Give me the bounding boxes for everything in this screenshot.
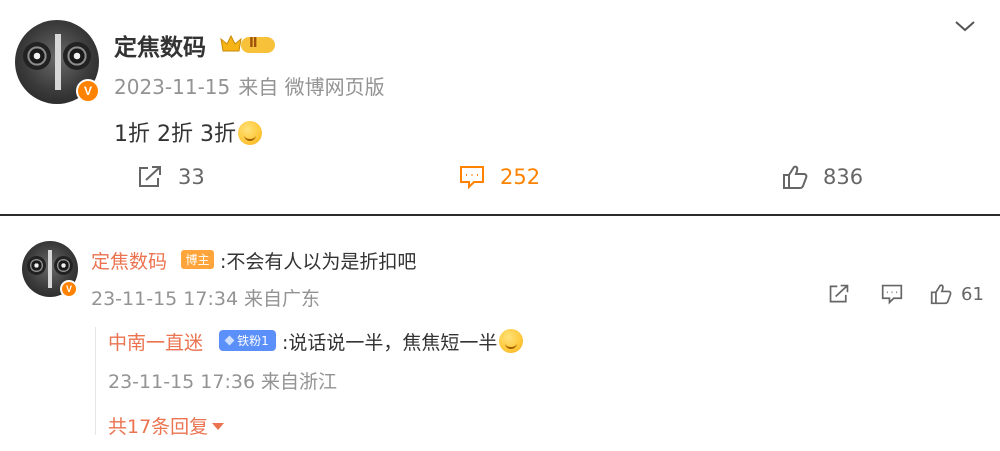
avatar-camera-strap [48,250,52,288]
fan-badge-label: 铁粉1 [237,334,269,348]
post-date[interactable]: 2023-11-15 [114,75,230,99]
verified-badge: V [76,79,100,103]
reply-content: :说话说一半，焦焦短一半 [282,328,524,355]
thumbs-up-icon [783,165,808,189]
more-replies-link[interactable]: 共17条回复 [108,412,225,439]
avatar-camera-lens-right [63,42,91,70]
vip-crown-badge[interactable]: Ⅱ [219,31,277,57]
divider [0,214,1000,216]
post-meta: 2023-11-15 来自 微博网页版 [114,71,385,100]
more-replies-label: 共17条回复 [108,416,209,438]
comment-author-name[interactable]: 定焦数码 [91,247,167,274]
thumbs-up-icon [930,284,952,305]
forward-button[interactable]: 33 [136,164,205,190]
avatar-camera-lens-right [54,256,73,275]
reply-meta: 23-11-15 17:36 来自浙江 [108,367,337,394]
reply-location: 来自浙江 [261,371,338,393]
post-content: 1折 2折 3折 [114,116,262,148]
like-count: 836 [823,165,864,189]
reply-content-text: :说话说一半，焦焦短一半 [282,332,498,354]
author-badge: 博主 [181,250,214,269]
post-content-text: 1折 2折 3折 [114,122,236,147]
comment-like-button[interactable]: 61 [929,283,984,305]
reply-time: 23-11-15 17:36 [108,371,256,393]
verified-badge: V [60,280,78,298]
comment-forward-button[interactable] [827,283,851,305]
avatar-camera-strap [55,34,61,90]
like-button[interactable]: 836 [781,164,863,190]
chevron-down-icon[interactable] [954,18,976,34]
caret-down-icon [212,423,225,430]
comment-like-count: 61 [961,283,984,305]
comment-count: 252 [500,165,541,189]
yum-emoji-icon [237,121,262,145]
forward-count: 33 [178,165,205,189]
vip-level-label: Ⅱ [249,36,258,51]
comment-button[interactable]: 252 [458,164,540,190]
post-author-name[interactable]: 定焦数码 [114,28,206,62]
post-source: 来自 微博网页版 [238,75,385,99]
forward-icon [829,284,849,303]
comment-meta: 23-11-15 17:34 来自广东 [91,284,320,311]
avatar-camera-lens-left [27,256,46,275]
comment-icon [881,284,903,305]
reply-author-name[interactable]: 中南一直迷 [108,328,203,355]
comment-icon [460,166,484,190]
forward-icon [139,166,161,187]
comment-reply-button[interactable] [880,283,904,305]
comment-content: :不会有人以为是折扣吧 [220,251,417,273]
avatar-camera-lens-left [23,42,51,70]
diamond-icon [224,335,235,346]
comment-time: 23-11-15 17:34 [91,288,239,310]
comment-location: 来自广东 [244,288,321,310]
smile-emoji-icon [499,329,524,353]
fan-badge: 铁粉1 [219,330,276,351]
reply-thread-line [95,327,96,435]
